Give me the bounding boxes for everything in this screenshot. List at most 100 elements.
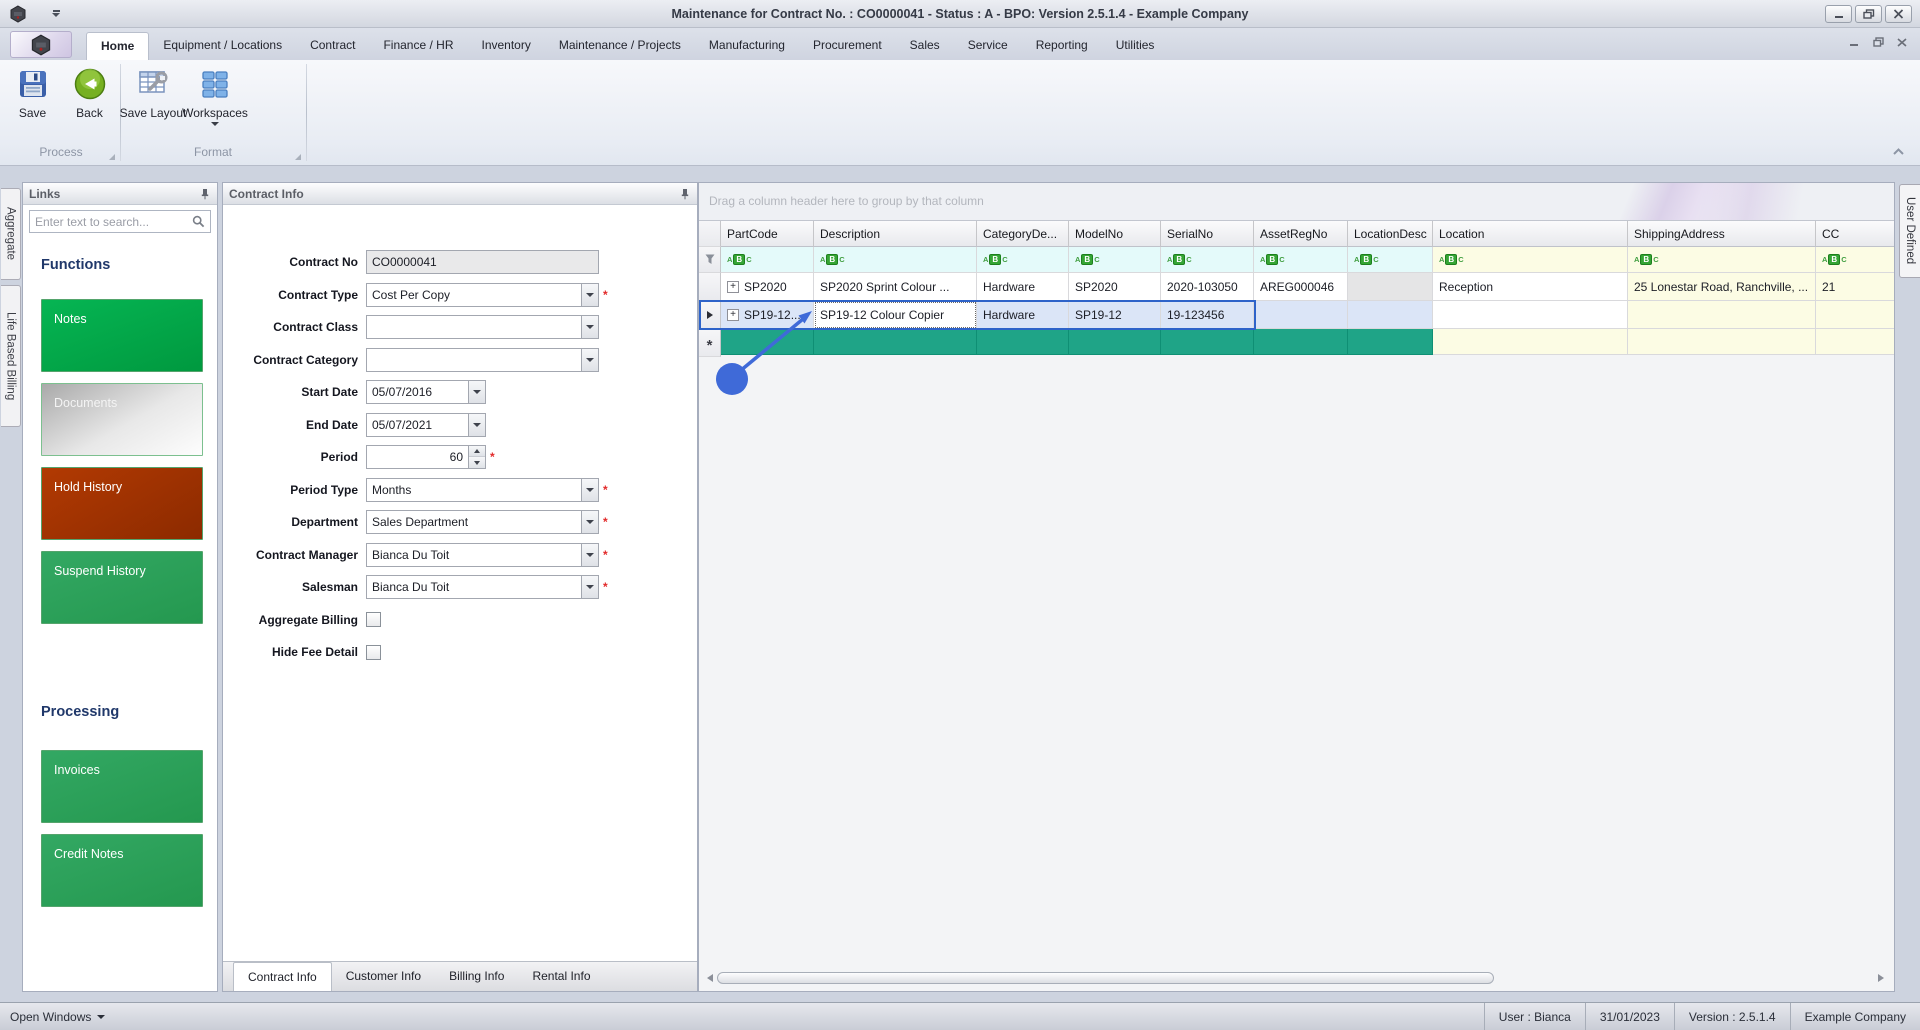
new-row-cell[interactable] [1161,329,1254,355]
hide-fee-detail-checkbox[interactable] [366,644,381,660]
department-select[interactable]: Sales Department [366,510,582,534]
expand-icon[interactable]: + [727,308,739,321]
filter-cell-location[interactable]: ABC [1433,247,1628,273]
cell-locationdesc[interactable] [1348,301,1433,329]
dropdown-button[interactable] [582,510,599,534]
new-row-cell[interactable] [977,329,1069,355]
scroll-left-icon[interactable] [707,974,713,982]
column-header-cc[interactable]: CC [1816,221,1894,247]
filter-cell-categoryde[interactable]: ABC [977,247,1069,273]
cell-assetregno[interactable]: AREG000046 [1254,273,1348,301]
tab-billing-info[interactable]: Billing Info [435,962,518,991]
end-date-input[interactable]: 05/07/2021 [366,412,469,437]
filter-cell-serialno[interactable]: ABC [1161,247,1254,273]
cell-shippingaddress[interactable] [1628,301,1816,329]
open-windows-button[interactable]: Open Windows [10,1010,106,1024]
ribbon-tab-sales[interactable]: Sales [896,32,954,60]
column-header-description[interactable]: Description [814,221,977,247]
scroll-right-icon[interactable] [1878,974,1884,982]
dropdown-button[interactable] [582,282,599,307]
dialog-launcher-icon[interactable] [295,148,301,160]
mdi-minimize-button[interactable] [1846,35,1862,49]
cell-location[interactable]: Reception [1433,273,1628,301]
cell-description[interactable]: SP19-12 Colour Copier [814,301,977,329]
tab-rental-info[interactable]: Rental Info [518,962,604,991]
collapse-ribbon-icon[interactable] [1891,146,1906,161]
dropdown-button[interactable] [582,542,599,567]
pin-icon[interactable] [199,188,211,200]
ribbon-tab-contract[interactable]: Contract [296,32,369,60]
column-header-location[interactable]: Location [1433,221,1628,247]
cell-cc[interactable]: 21 [1816,273,1894,301]
invoices-button[interactable]: Invoices [41,750,203,823]
column-header-serialno[interactable]: SerialNo [1161,221,1254,247]
minimize-button[interactable] [1825,5,1852,23]
dropdown-button[interactable] [469,380,486,404]
column-header-locationdesc[interactable]: LocationDesc [1348,221,1433,247]
new-row-cell[interactable] [721,329,814,355]
filter-cell-assetregno[interactable]: ABC [1254,247,1348,273]
expand-icon[interactable]: + [727,280,739,293]
notes-button[interactable]: Notes [41,299,203,372]
cell-categoryde[interactable]: Hardware [977,301,1069,329]
tab-contract-info[interactable]: Contract Info [233,962,332,991]
column-header-categoryde[interactable]: CategoryDe... [977,221,1069,247]
documents-button[interactable]: Documents [41,383,203,456]
new-row-cell[interactable] [1816,329,1894,355]
back-button[interactable]: Back [61,63,118,144]
side-tab-user-defined[interactable]: User Defined [1899,184,1920,278]
ribbon-tab-service[interactable]: Service [954,32,1022,60]
dropdown-button[interactable] [582,347,599,372]
ribbon-tab-inventory[interactable]: Inventory [467,32,544,60]
column-header-shippingaddress[interactable]: ShippingAddress [1628,221,1816,247]
cell-partcode[interactable]: + SP2020 [721,273,814,301]
cell-description[interactable]: SP2020 Sprint Colour ... [814,273,977,301]
column-header-assetregno[interactable]: AssetRegNo [1254,221,1348,247]
ribbon-tab-finance-hr[interactable]: Finance / HR [369,32,467,60]
cell-assetregno[interactable] [1254,301,1348,329]
suspend-history-button[interactable]: Suspend History [41,551,203,624]
mdi-restore-button[interactable] [1870,35,1886,49]
new-row-cell[interactable] [1628,329,1816,355]
ribbon-tab-maintenance-projects[interactable]: Maintenance / Projects [545,32,695,60]
ribbon-tab-reporting[interactable]: Reporting [1022,32,1102,60]
cell-categoryde[interactable]: Hardware [977,273,1069,301]
cell-serialno[interactable]: 2020-103050 [1161,273,1254,301]
restore-button[interactable] [1855,5,1882,23]
side-tab-life-based-billing[interactable]: Life Based Billing [1,285,21,427]
filter-cell-modelno[interactable]: ABC [1069,247,1161,273]
cell-cc[interactable] [1816,301,1894,329]
ribbon-tab-utilities[interactable]: Utilities [1102,32,1169,60]
grid-group-by-bar[interactable]: Drag a column header here to group by th… [699,183,1894,221]
tab-customer-info[interactable]: Customer Info [332,962,435,991]
salesman-select[interactable]: Bianca Du Toit [366,575,582,599]
pin-icon[interactable] [679,188,691,200]
filter-cell-partcode[interactable]: ABC [721,247,814,273]
cell-shippingaddress[interactable]: 25 Lonestar Road, Ranchville, ... [1628,273,1816,301]
dropdown-button[interactable] [582,315,599,339]
aggregate-billing-checkbox[interactable] [366,612,381,627]
close-button[interactable] [1885,5,1912,23]
save-layout-button[interactable]: Save Layout [120,63,186,144]
workspaces-button[interactable]: Workspaces [182,63,248,144]
spinner-buttons[interactable] [469,445,486,469]
dropdown-button[interactable] [469,412,486,437]
contract-no-input[interactable]: CO0000041 [366,250,599,274]
contract-manager-select[interactable]: Bianca Du Toit [366,542,582,567]
period-input[interactable]: 60 [366,445,469,469]
hold-history-button[interactable]: Hold History [41,467,203,540]
column-header-partcode[interactable]: PartCode [721,221,814,247]
new-row-cell[interactable] [814,329,977,355]
new-row-cell[interactable] [1348,329,1433,355]
new-row-cell[interactable] [1069,329,1161,355]
cell-partcode[interactable]: + SP19-12... [721,301,814,329]
side-tab-aggregate[interactable]: Aggregate [1,188,21,280]
save-button[interactable]: Save [4,63,61,144]
spin-down-icon[interactable] [469,457,485,468]
grid-horizontal-scrollbar[interactable] [707,971,1884,985]
filter-cell-shippingaddress[interactable]: ABC [1628,247,1816,273]
filter-cell-description[interactable]: ABC [814,247,977,273]
credit-notes-button[interactable]: Credit Notes [41,834,203,907]
contract-category-select[interactable] [366,347,582,372]
spin-up-icon[interactable] [469,446,485,457]
